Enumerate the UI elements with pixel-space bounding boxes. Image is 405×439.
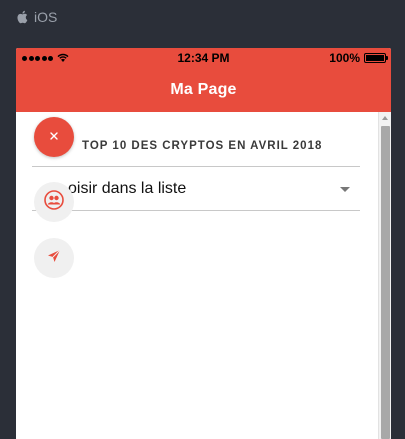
status-right: 100% xyxy=(329,48,388,68)
users-icon xyxy=(43,189,65,216)
platform-bar: iOS xyxy=(16,8,57,26)
battery-icon xyxy=(364,53,388,63)
scrollbar-thumb[interactable] xyxy=(381,126,390,439)
battery-fill xyxy=(366,55,384,61)
crypto-select[interactable]: oisir dans la liste xyxy=(32,168,360,211)
fab-close-button[interactable] xyxy=(34,117,74,157)
fab-send-button[interactable] xyxy=(34,238,74,278)
close-icon xyxy=(49,128,59,146)
apple-icon xyxy=(16,10,28,24)
scroll-up-arrow-icon[interactable] xyxy=(382,116,388,120)
content-area: TOP 10 DES CRYPTOS EN AVRIL 2018 oisir d… xyxy=(16,112,378,439)
nav-bar: Ma Page xyxy=(16,68,391,112)
platform-label: iOS xyxy=(34,9,58,25)
list-title: TOP 10 DES CRYPTOS EN AVRIL 2018 xyxy=(82,140,323,152)
battery-percent: 100% xyxy=(329,51,360,65)
select-value: oisir dans la liste xyxy=(68,180,187,197)
page-title: Ma Page xyxy=(170,81,237,98)
vertical-scrollbar[interactable] xyxy=(378,112,391,439)
chevron-down-icon xyxy=(340,186,350,192)
status-bar: 12:34 PM 100% xyxy=(16,48,391,68)
send-icon xyxy=(46,248,62,269)
phone-frame: 12:34 PM 100% Ma Page TOP 10 DES CRYPTOS… xyxy=(16,48,391,439)
fab-users-button[interactable] xyxy=(34,182,74,222)
divider xyxy=(32,166,360,167)
